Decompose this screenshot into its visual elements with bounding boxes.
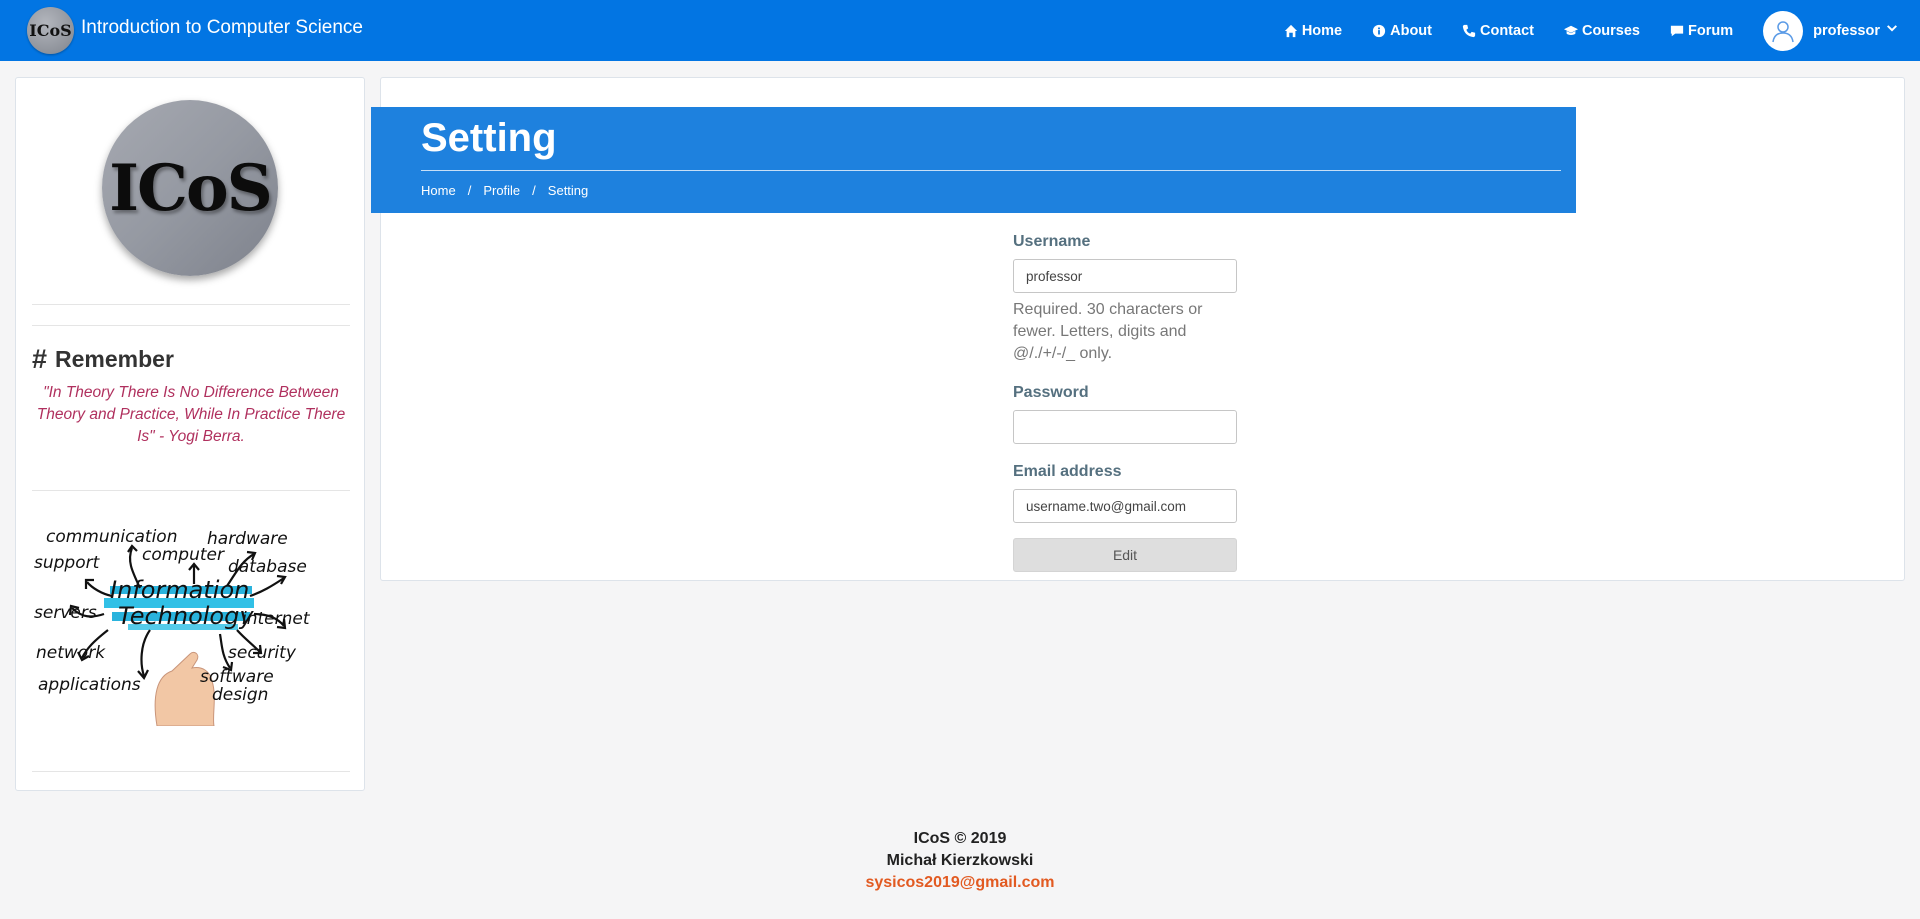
breadcrumb-home[interactable]: Home [421, 183, 456, 198]
svg-text:Technology: Technology [118, 602, 254, 630]
nav-about-label: About [1390, 22, 1432, 39]
footer-email-link[interactable]: sysicos2019@gmail.com [0, 872, 1920, 894]
email-label: Email address [1013, 463, 1122, 480]
svg-text:software: software [200, 667, 274, 687]
password-field-group: Password [1013, 384, 1237, 444]
phone-icon [1462, 24, 1476, 37]
breadcrumb-profile[interactable]: Profile [483, 183, 520, 198]
comment-icon [1670, 25, 1684, 36]
divider [32, 304, 350, 305]
svg-text:Information: Information [110, 576, 249, 604]
password-label: Password [1013, 384, 1089, 401]
username-input[interactable]: professor [1013, 259, 1237, 293]
nav-links: Home About Contact Courses Forum profess… [1254, 0, 1898, 61]
username-field-group: Username professor Required. 30 characte… [1013, 233, 1237, 365]
brand-link[interactable]: ICoS Introduction to Computer Science [27, 6, 363, 54]
nav-contact-label: Contact [1479, 22, 1534, 39]
user-avatar-icon [1763, 10, 1804, 51]
username-label: Username [1013, 233, 1091, 250]
top-navbar: ICoS Introduction to Computer Science Ho… [0, 0, 1920, 61]
svg-text:support: support [34, 553, 101, 573]
password-input[interactable] [1013, 410, 1237, 444]
breadcrumb-separator: / [532, 183, 536, 198]
nav-home[interactable]: Home [1284, 23, 1342, 39]
svg-text:communication: communication [46, 527, 177, 547]
chevron-down-icon [1886, 23, 1898, 39]
breadcrumb-setting: Setting [547, 183, 589, 198]
svg-text:database: database [228, 557, 307, 577]
page-header: Setting Home / Profile / Setting [371, 107, 1576, 213]
divider [32, 490, 350, 491]
svg-text:servers: servers [34, 603, 97, 623]
page-title: Setting [421, 116, 557, 160]
email-input[interactable]: username.two@gmail.com [1013, 489, 1237, 523]
nav-forum-label: Forum [1688, 22, 1734, 39]
nav-about[interactable]: About [1372, 23, 1432, 39]
footer-author: Michał Kierzkowski [886, 852, 1034, 869]
svg-text:network: network [36, 643, 106, 663]
sidebar-logo: ICoS [102, 100, 278, 276]
sidebar: ICoS # Remember "In Theory There Is No D… [15, 77, 365, 791]
footer: ICoS © 2019 Michał Kierzkowski sysicos20… [0, 828, 1920, 894]
username-help-text: Required. 30 characters or fewer. Letter… [1013, 301, 1203, 362]
hash-icon: # [32, 344, 48, 374]
edit-button[interactable]: Edit [1013, 538, 1237, 572]
quote-text: "In Theory There Is No Difference Betwee… [36, 384, 346, 445]
brand-logo: ICoS [27, 6, 74, 54]
breadcrumb-separator: / [467, 183, 472, 198]
remember-title: Remember [55, 346, 174, 372]
divider [32, 771, 350, 772]
nav-courses[interactable]: Courses [1563, 22, 1640, 39]
svg-text:computer: computer [142, 545, 225, 565]
information-technology-image: communication hardware support computer … [32, 526, 350, 727]
svg-text:security: security [228, 643, 297, 663]
nav-forum[interactable]: Forum [1670, 23, 1733, 39]
brand-title: Introduction to Computer Science [81, 17, 363, 38]
graduation-cap-icon [1563, 25, 1578, 35]
nav-contact[interactable]: Contact [1462, 23, 1534, 39]
user-name: professor [1813, 22, 1880, 39]
nav-courses-label: Courses [1581, 22, 1640, 39]
nav-home-label: Home [1301, 22, 1343, 39]
divider [32, 325, 350, 326]
home-icon [1284, 24, 1297, 37]
svg-text:applications: applications [38, 675, 141, 695]
remember-heading: # Remember [32, 344, 174, 375]
info-icon [1372, 24, 1386, 37]
svg-text:design: design [212, 685, 268, 705]
breadcrumb: Home / Profile / Setting [421, 183, 588, 198]
header-divider [421, 170, 1561, 171]
footer-copyright: ICoS © 2019 [913, 830, 1007, 847]
email-field-group: Email address username.two@gmail.com [1013, 463, 1237, 523]
user-menu[interactable]: professor [1763, 10, 1898, 51]
settings-form: Username professor Required. 30 characte… [1013, 233, 1237, 572]
